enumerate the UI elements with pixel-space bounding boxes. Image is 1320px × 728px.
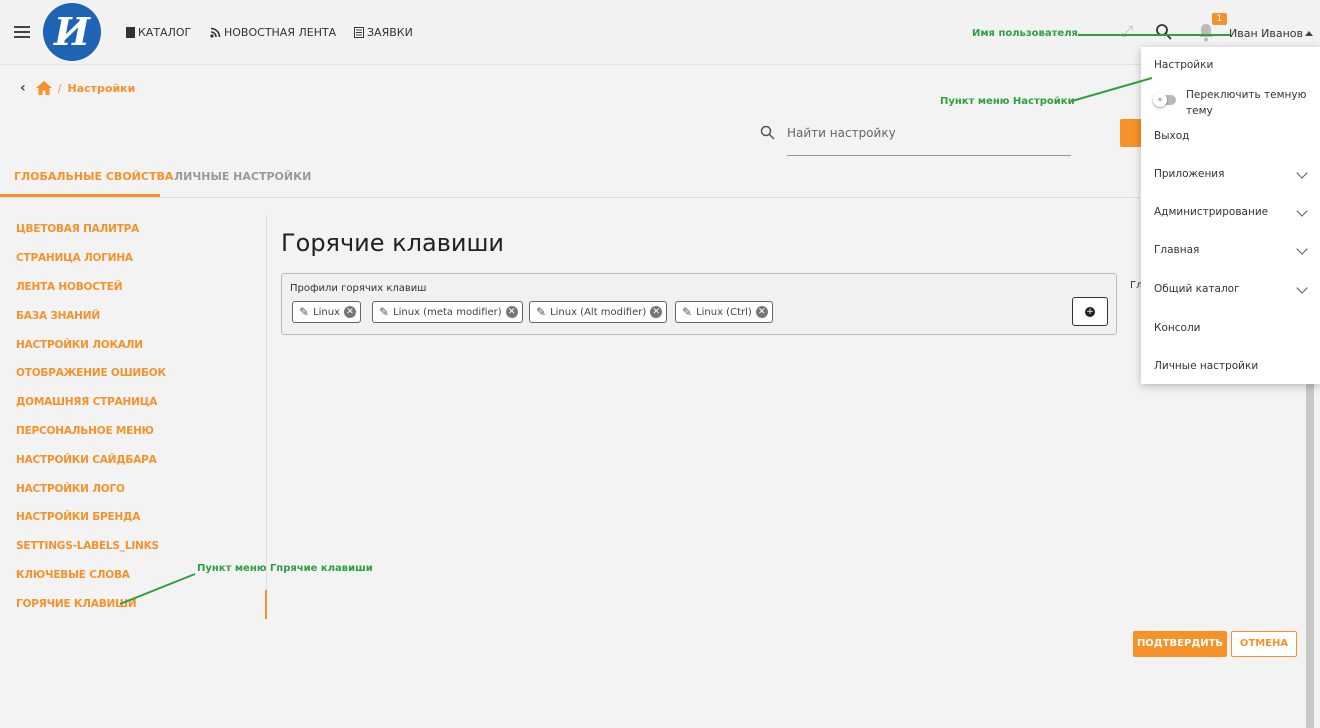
profile-chip[interactable]: ✎ Linux (meta modifier) ✕ [372,301,523,323]
menu-item-settings[interactable]: Настройки [1154,59,1213,71]
profile-chip-label: Linux (meta modifier) [393,306,502,318]
sidebar-item-sidebar-settings[interactable]: НАСТРОЙКИ САЙДБАРА [16,454,157,466]
chevron-down-icon[interactable] [1296,205,1308,217]
nav-news-feed-label: НОВОСТНАЯ ЛЕНТА [224,26,337,39]
sidebar-item-news-feed[interactable]: ЛЕНТА НОВОСТЕЙ [16,281,122,293]
menu-item-dark-theme[interactable]: Переключить темную тему [1186,87,1311,119]
pencil-icon[interactable]: ✎ [379,305,389,319]
annotation-arrows [119,34,1230,605]
annotation-hotkeys-item: Пункт меню Гпрячие клавиши [197,563,373,574]
requests-icon [354,27,364,38]
search-input[interactable]: Найти настройку [787,126,896,140]
username[interactable]: Иван Иванов [1229,27,1303,40]
sidebar-item-settings-labels-links[interactable]: SETTINGS-LABELS_LINKS [16,540,159,552]
caret-up-icon[interactable] [1305,31,1313,36]
nav-requests-label: ЗАЯВКИ [367,26,413,39]
nav-news-feed[interactable]: НОВОСТНАЯ ЛЕНТА [210,26,336,39]
remove-icon[interactable]: ✕ [344,306,357,318]
sidebar-item-hotkeys[interactable]: ГОРЯЧИЕ КЛАВИШИ [16,598,137,610]
fullscreen-icon[interactable]: ⤢ [1117,21,1137,41]
annotation-username: Имя пользователя [972,28,1078,39]
book-icon [126,27,135,38]
nav-requests[interactable]: ЗАЯВКИ [354,26,413,39]
back-chevron-icon[interactable]: ‹ [20,80,26,96]
sidebar-item-error-display[interactable]: ОТОБРАЖЕНИЕ ОШИБОК [16,367,166,379]
annotation-arrow-settings [1071,77,1153,102]
sidebar-item-logo-settings[interactable]: НАСТРОЙКИ ЛОГО [16,483,125,495]
sidebar-item-login-page[interactable]: СТРАНИЦА ЛОГИНА [16,252,133,264]
notification-badge: 1 [1212,13,1227,25]
bell-icon[interactable] [1197,22,1215,42]
tab-personal-settings[interactable]: ЛИЧНЫЕ НАСТРОЙКИ [174,170,311,183]
menu-item-administration[interactable]: Администрирование [1154,206,1268,218]
remove-icon[interactable]: ✕ [755,306,768,318]
sidebar-active-indicator [265,590,267,619]
remove-icon[interactable]: ✕ [650,306,663,318]
add-setting-button[interactable] [1120,119,1142,147]
profile-chip-label: Linux [313,306,341,318]
user-dropdown-menu: Настройки ☀ Переключить темную тему Выхо… [1141,47,1320,384]
rss-icon [210,27,221,38]
cancel-button[interactable]: ОТМЕНА [1231,631,1297,657]
search-underline [787,155,1071,156]
pencil-icon[interactable]: ✎ [682,305,692,319]
menu-item-applications[interactable]: Приложения [1154,168,1224,180]
annotation-settings-item: Пункт меню Настройки [940,96,1075,107]
confirm-button[interactable]: ПОДТВЕРДИТЬ [1133,631,1227,657]
nav-catalog-label: КАТАЛОГ [138,26,192,39]
breadcrumb-current[interactable]: Настройки [68,82,136,95]
plus-icon: + [1085,307,1095,317]
search-icon [760,125,775,140]
menu-item-personal-settings[interactable]: Личные настройки [1154,360,1258,372]
profile-chip-label: Linux (Alt modifier) [550,306,647,318]
search-icon[interactable] [1155,23,1173,41]
hotkey-profiles-field: Профили горячих клавиш ✎ Linux ✕ ✎ Linux… [281,273,1117,335]
sun-icon: ☀ [1153,93,1167,107]
sidebar-item-personal-menu[interactable]: ПЕРСОНАЛЬНОЕ МЕНЮ [16,425,154,437]
pencil-icon[interactable]: ✎ [536,305,546,319]
add-profile-button[interactable]: + [1072,297,1108,326]
menu-item-logout[interactable]: Выход [1154,130,1189,142]
scrollbar[interactable] [1306,384,1314,728]
menu-item-main[interactable]: Главная [1154,244,1199,256]
sidebar-item-knowledge-base[interactable]: БАЗА ЗНАНИЙ [16,310,100,322]
chevron-down-icon[interactable] [1296,282,1308,294]
breadcrumb-separator: / [57,81,62,95]
home-icon[interactable] [35,81,52,95]
top-bar: И КАТАЛОГ НОВОСТНАЯ ЛЕНТА ЗАЯВКИ ⤢ 1 Ива… [0,0,1320,65]
hamburger-menu-icon[interactable] [14,26,30,38]
pencil-icon[interactable]: ✎ [299,305,309,319]
tab-global-properties[interactable]: ГЛОБАЛЬНЫЕ СВОЙСТВА [14,170,173,183]
profile-chip[interactable]: ✎ Linux (Ctrl) ✕ [675,301,773,323]
sidebar-divider [266,215,267,619]
nav-catalog[interactable]: КАТАЛОГ [126,26,191,39]
menu-item-common-catalog[interactable]: Общий каталог [1154,283,1240,295]
profile-chip[interactable]: ✎ Linux (Alt modifier) ✕ [529,301,668,323]
sidebar-item-locale-settings[interactable]: НАСТРОЙКИ ЛОКАЛИ [16,339,143,351]
profile-chip[interactable]: ✎ Linux ✕ [292,301,362,323]
logo[interactable]: И [43,3,101,61]
sidebar-item-keywords[interactable]: КЛЮЧЕВЫЕ СЛОВА [16,569,130,581]
remove-icon[interactable]: ✕ [505,306,518,318]
profile-chip-label: Linux (Ctrl) [696,306,752,318]
chevron-down-icon[interactable] [1296,243,1308,255]
sidebar-item-home-page[interactable]: ДОМАШНЯЯ СТРАНИЦА [16,396,157,408]
active-tab-indicator [0,194,160,197]
tabs: ГЛОБАЛЬНЫЕ СВОЙСТВА ЛИЧНЫЕ НАСТРОЙКИ [0,157,1140,198]
chevron-down-icon[interactable] [1296,167,1308,179]
dark-theme-toggle[interactable]: ☀ [1153,93,1176,107]
menu-item-consoles[interactable]: Консоли [1154,322,1200,334]
settings-search[interactable]: Найти настройку [760,122,1072,156]
sidebar-item-brand-settings[interactable]: НАСТРОЙКИ БРЕНДА [16,511,140,523]
page-title: Горячие клавиши [281,229,505,257]
sidebar-item-color-palette[interactable]: ЦВЕТОВАЯ ПАЛИТРА [16,223,139,235]
hotkey-profiles-label: Профили горячих клавиш [290,283,427,294]
breadcrumb: ‹ / Настройки [20,80,135,96]
